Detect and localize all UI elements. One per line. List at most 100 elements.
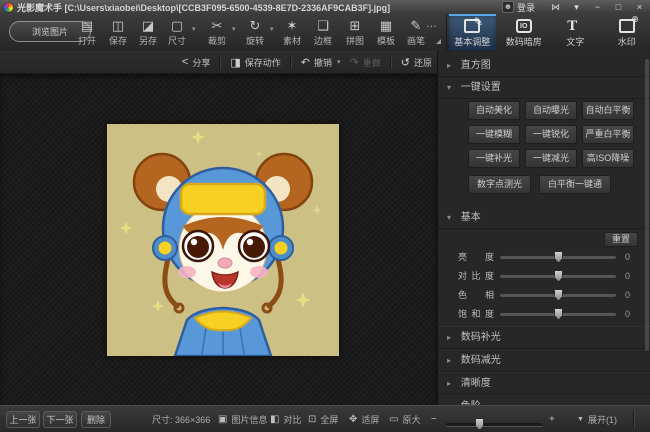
chevron-right-icon: ▸ [447,327,458,348]
collage-button[interactable]: ⊞ 拼图 [340,18,370,47]
auto-white-balance-button[interactable]: 自动白平衡 [582,101,634,120]
minimize-icon[interactable]: − [587,1,608,14]
tab-basic-adjust[interactable]: ✎ 基本调整 [449,14,496,51]
main-toolbar: 浏览图片 ▤ 打开 ◫ 保存 ◪ 另存 ▢ 尺寸 ▾ ✂ 裁剪 ▾ ↻ 旋转 ▾… [0,14,650,52]
template-button[interactable]: ▦ 模板 [371,18,401,47]
prev-image-button[interactable]: 上一张 [6,411,40,428]
compare-button[interactable]: ◧ 对比 [270,406,301,432]
undo-button[interactable]: ↶ 撤销 ▾ [301,56,341,69]
resize-icon: ▢ [162,18,192,33]
chevron-right-icon: ▸ [447,55,458,76]
image-info-button[interactable]: ▣ 图片信息 [218,406,267,432]
fullscreen-icon: ⊡ [308,414,316,425]
crop-button[interactable]: ✂ 裁剪 [202,18,232,47]
hue-slider-thumb[interactable] [554,289,563,301]
share-button[interactable]: < 分享 [182,56,210,69]
photo-image[interactable] [107,124,339,356]
main-menu-icon[interactable]: ▾ [566,1,587,14]
login-button[interactable]: ☻ 登录 [502,1,535,14]
delete-image-button[interactable]: 删除 [81,411,111,428]
skin-icon[interactable]: ⋈ [545,1,566,14]
maximize-icon[interactable]: □ [608,1,629,14]
text-icon: T [567,19,583,33]
undo-dropdown-icon[interactable]: ▾ [337,58,341,66]
frame-button[interactable]: ❏ 边框 [308,18,338,47]
resize-dropdown-icon[interactable]: ▾ [192,25,196,33]
bottom-bar: 上一张 下一张 删除 尺寸: 366×366 ▣ 图片信息 ◧ 对比 ⊡ 全屏 … [0,405,650,432]
undo-icon: ↶ [301,56,310,69]
rotate-dropdown-icon[interactable]: ▾ [270,25,274,33]
crop-dropdown-icon[interactable]: ▾ [232,25,236,33]
section-basic[interactable]: ▾ 基本 [438,207,650,229]
saturation-slider-thumb[interactable] [554,308,563,320]
brightness-slider-thumb[interactable] [554,251,563,263]
save-as-icon: ◪ [133,18,163,33]
restore-button[interactable]: ↺ 还原 [401,56,432,69]
divider [390,55,392,69]
zoom-slider-thumb[interactable] [475,418,484,430]
contrast-label: 对比度 [458,269,494,282]
tab-watermark[interactable]: ⊕ 水印 [604,14,650,51]
brightness-slider[interactable] [500,255,616,259]
tab-text[interactable]: T 文字 [552,14,599,51]
template-icon: ▦ [371,18,401,33]
toolbar-overflow-button[interactable]: … [426,20,442,46]
section-digital-dim-light[interactable]: ▸ 数码减光 [438,349,650,372]
close-icon[interactable]: × [629,1,650,14]
saturation-slider[interactable] [500,312,616,316]
auto-exposure-button[interactable]: 自动曝光 [525,101,577,120]
material-button[interactable]: ✶ 素材 [277,18,307,47]
next-image-button[interactable]: 下一张 [43,411,77,428]
image-size-label: 尺寸: 366×366 [152,406,210,432]
rotate-button[interactable]: ↻ 旋转 [240,18,270,47]
save-button[interactable]: ◫ 保存 [103,18,133,47]
tab-digital-darkroom[interactable]: IO 数码暗房 [501,14,548,51]
contrast-row: 对比度 0 [438,266,650,285]
white-balance-one-key-button[interactable]: 白平衡一键通 [539,175,611,194]
save-action-button[interactable]: ◨ 保存动作 [230,56,280,69]
chevron-right-icon: ▸ [447,396,458,405]
section-one-key-settings[interactable]: ▾ 一键设置 [438,77,650,99]
panel-scrollbar[interactable] [645,59,649,351]
section-digital-fill-light[interactable]: ▸ 数码补光 [438,326,650,349]
contrast-slider[interactable] [500,274,616,278]
minus-icon: − [431,414,437,425]
user-avatar-icon: ☻ [502,1,514,13]
high-iso-denoise-button[interactable]: 高ISO降噪 [582,149,634,168]
open-button[interactable]: ▤ 打开 [72,18,102,47]
brightness-label: 亮 度 [458,250,494,263]
fit-screen-icon: ✥ [349,414,357,425]
one-key-blur-button[interactable]: 一键模糊 [468,125,520,144]
section-levels[interactable]: ▸ 色阶 [438,395,650,405]
one-key-fill-light-button[interactable]: 一键补光 [468,149,520,168]
canvas-area[interactable] [0,74,437,405]
severe-white-balance-button[interactable]: 严重白平衡 [582,125,634,144]
adjust-panel: ▸ 直方图 ▾ 一键设置 自动美化 自动曝光 自动白平衡 一键模糊 一键锐化 严… [437,51,650,405]
save-as-button[interactable]: ◪ 另存 [133,18,163,47]
brightness-value: 0 [625,252,630,262]
zoom-in-button[interactable]: + [549,406,555,432]
one-key-dim-light-button[interactable]: 一键减光 [525,149,577,168]
save-action-icon: ◨ [230,56,240,69]
expand-corner-icon [436,39,441,44]
section-clarity[interactable]: ▸ 清晰度 [438,372,650,395]
expand-queue-button[interactable]: ▼ 展开(1) [577,406,617,432]
section-histogram[interactable]: ▸ 直方图 [438,55,650,77]
ellipsis-icon: … [426,18,438,30]
window-title: 光影魔术手 [C:\Users\xiaobei\Desktop\[CCB3F09… [17,1,502,14]
contrast-value: 0 [625,271,630,281]
zoom-slider[interactable] [446,423,543,427]
zoom-out-button[interactable]: − [431,406,437,432]
reset-button[interactable]: 重置 [604,232,638,247]
redo-button[interactable]: ↷ 重做 [350,56,381,69]
auto-beautify-button[interactable]: 自动美化 [468,101,520,120]
contrast-slider-thumb[interactable] [554,270,563,282]
chevron-down-icon: ▾ [447,77,458,98]
hue-slider[interactable] [500,293,616,297]
fit-screen-button[interactable]: ✥ 适屏 [349,406,379,432]
one-key-sharpen-button[interactable]: 一键锐化 [525,125,577,144]
fullscreen-button[interactable]: ⊡ 全屏 [308,406,338,432]
original-size-button[interactable]: ▭ 原大 [389,406,420,432]
resize-button[interactable]: ▢ 尺寸 [162,18,192,47]
spot-metering-button[interactable]: 数字点测光 [468,175,531,194]
